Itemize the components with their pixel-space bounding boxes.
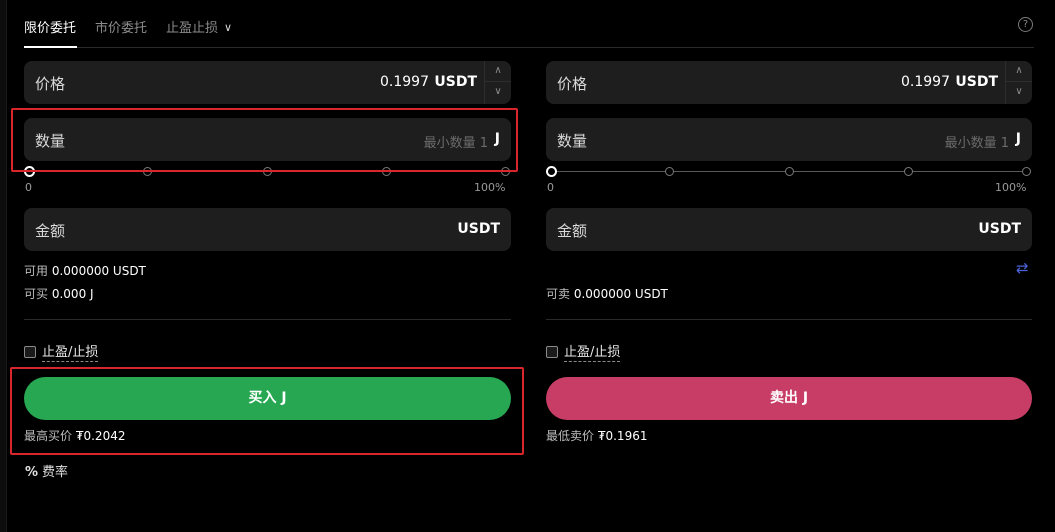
slider-tick-50[interactable] bbox=[263, 167, 272, 176]
slider-tick-50[interactable] bbox=[785, 167, 794, 176]
help-icon[interactable]: ? bbox=[1018, 17, 1033, 32]
decrement-icon[interactable]: ∨ bbox=[1006, 82, 1032, 103]
chevron-down-icon: ∨ bbox=[224, 21, 233, 34]
sell-quantity-unit: J bbox=[1015, 131, 1021, 147]
sell-price-unit: USDT bbox=[955, 74, 998, 90]
tab-limit-order[interactable]: 限价委托 bbox=[24, 17, 76, 36]
sell-slider-min-label: 0 bbox=[547, 181, 554, 194]
buy-quantity-field[interactable]: 数量 最小数量 1 J bbox=[24, 118, 511, 161]
active-tab-underline bbox=[24, 46, 77, 48]
slider-tick-75[interactable] bbox=[904, 167, 913, 176]
buy-price-value[interactable]: 0.1997 bbox=[380, 74, 429, 90]
sell-price-field[interactable]: 价格 0.1997 USDT ∧ ∨ bbox=[546, 61, 1032, 104]
sell-can-sell-label: 可卖 bbox=[546, 287, 571, 301]
fee-rate-label: 费率 bbox=[42, 465, 69, 480]
sell-quantity-field[interactable]: 数量 最小数量 1 J bbox=[546, 118, 1032, 161]
sell-best-price: 最低卖价 ₮0.1961 bbox=[546, 427, 647, 444]
slider-knob[interactable] bbox=[546, 166, 557, 177]
buy-button[interactable]: 买入 J bbox=[24, 377, 511, 420]
buy-price-label: 价格 bbox=[35, 75, 66, 93]
buy-available-label: 可用 bbox=[24, 264, 49, 278]
sell-tpsl-checkbox[interactable] bbox=[546, 346, 558, 358]
buy-quantity-placeholder[interactable]: 最小数量 1 bbox=[424, 132, 488, 151]
sell-amount-field[interactable]: 金额 USDT bbox=[546, 208, 1032, 251]
increment-icon[interactable]: ∧ bbox=[485, 61, 511, 82]
buy-price-unit: USDT bbox=[434, 74, 477, 90]
fee-rate[interactable]: % 费率 bbox=[25, 461, 68, 480]
slider-knob[interactable] bbox=[24, 166, 35, 177]
sell-best-price-value: ₮0.1961 bbox=[597, 429, 648, 443]
sell-amount-unit: USDT bbox=[978, 221, 1021, 237]
slider-tick-25[interactable] bbox=[143, 167, 152, 176]
decrement-icon[interactable]: ∨ bbox=[485, 82, 511, 103]
sell-price-stepper: ∧ ∨ bbox=[1005, 61, 1032, 104]
buy-can-buy-label: 可买 bbox=[24, 287, 49, 301]
buy-amount-label: 金额 bbox=[35, 222, 66, 240]
tab-tp-sl-label: 止盈止损 bbox=[166, 21, 219, 36]
buy-can-buy: 可买 0.000 J bbox=[24, 285, 94, 302]
sell-slider-max-label: 100% bbox=[995, 181, 1027, 194]
buy-quantity-label: 数量 bbox=[35, 132, 66, 150]
sell-tpsl-option[interactable]: 止盈/止损 bbox=[546, 341, 621, 362]
buy-available: 可用 0.000000 USDT bbox=[24, 262, 146, 279]
sell-price-label: 价格 bbox=[557, 75, 588, 93]
sell-can-sell-value: 0.000000 USDT bbox=[573, 287, 668, 301]
buy-tpsl-option[interactable]: 止盈/止损 bbox=[24, 341, 99, 362]
sell-quantity-label: 数量 bbox=[557, 132, 588, 150]
buy-tpsl-label[interactable]: 止盈/止损 bbox=[42, 345, 99, 362]
slider-tick-75[interactable] bbox=[382, 167, 391, 176]
slider-tick-100[interactable] bbox=[501, 167, 510, 176]
percent-icon: % bbox=[25, 465, 39, 480]
slider-tick-25[interactable] bbox=[665, 167, 674, 176]
buy-price-stepper: ∧ ∨ bbox=[484, 61, 511, 104]
sell-amount-label: 金额 bbox=[557, 222, 588, 240]
buy-quantity-slider[interactable] bbox=[24, 166, 511, 178]
sell-can-sell: 可卖 0.000000 USDT bbox=[546, 285, 668, 302]
buy-price-field[interactable]: 价格 0.1997 USDT ∧ ∨ bbox=[24, 61, 511, 104]
order-type-tabs: 限价委托 市价委托 止盈止损 ∨ ? bbox=[24, 0, 1034, 48]
buy-can-buy-value: 0.000 J bbox=[51, 287, 94, 301]
sell-price-value[interactable]: 0.1997 bbox=[901, 74, 950, 90]
left-frame-edge bbox=[0, 0, 7, 532]
sell-best-price-label: 最低卖价 bbox=[546, 429, 595, 443]
slider-tick-100[interactable] bbox=[1022, 167, 1031, 176]
buy-tpsl-checkbox[interactable] bbox=[24, 346, 36, 358]
sell-quantity-placeholder[interactable]: 最小数量 1 bbox=[945, 132, 1009, 151]
increment-icon[interactable]: ∧ bbox=[1006, 61, 1032, 82]
sell-tpsl-label[interactable]: 止盈/止损 bbox=[564, 345, 621, 362]
buy-slider-max-label: 100% bbox=[474, 181, 506, 194]
buy-quantity-unit: J bbox=[494, 131, 500, 147]
buy-best-price: 最高买价 ₮0.2042 bbox=[24, 427, 125, 444]
sell-button[interactable]: 卖出 J bbox=[546, 377, 1032, 420]
buy-available-value: 0.000000 USDT bbox=[51, 264, 146, 278]
buy-amount-unit: USDT bbox=[457, 221, 500, 237]
swap-icon[interactable]: ⇄ bbox=[1016, 259, 1029, 277]
buy-amount-field[interactable]: 金额 USDT bbox=[24, 208, 511, 251]
tab-tp-sl[interactable]: 止盈止损 ∨ bbox=[166, 17, 232, 36]
tab-market-order[interactable]: 市价委托 bbox=[95, 17, 147, 36]
buy-best-price-value: ₮0.2042 bbox=[75, 429, 126, 443]
buy-divider bbox=[24, 319, 511, 320]
sell-quantity-slider[interactable] bbox=[546, 166, 1032, 178]
buy-best-price-label: 最高买价 bbox=[24, 429, 73, 443]
buy-slider-min-label: 0 bbox=[25, 181, 32, 194]
sell-divider bbox=[546, 319, 1032, 320]
